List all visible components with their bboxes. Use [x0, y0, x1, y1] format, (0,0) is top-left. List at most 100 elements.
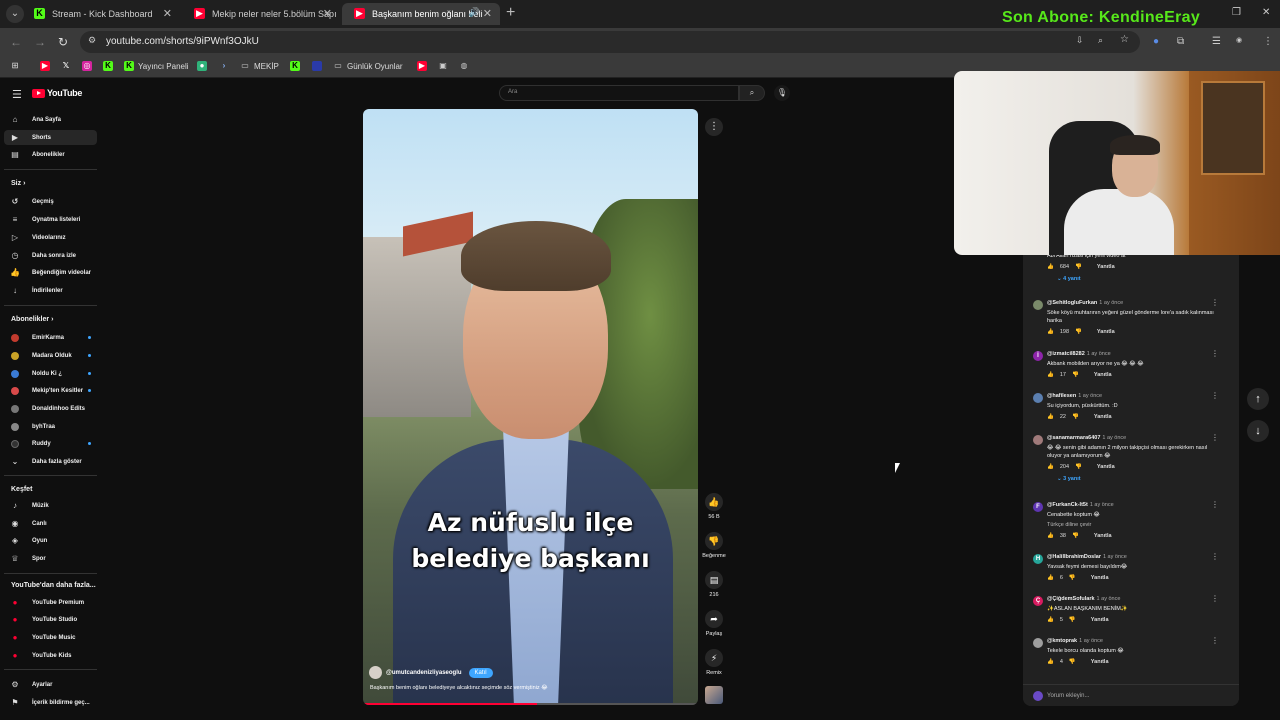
comment-more-icon[interactable]: ⋮ [1211, 500, 1219, 509]
translate-link[interactable]: Türkçe diline çevir [1047, 521, 1222, 529]
reply-button[interactable]: Yanıtla [1091, 659, 1109, 665]
browser-tab-active[interactable]: ▶ Başkanım benim oğlanı beli 🔊 ✕ [342, 3, 500, 25]
comment-username[interactable]: @kmtoprak [1047, 638, 1077, 644]
reply-button[interactable]: Yanıtla [1091, 575, 1109, 581]
green-bookmark[interactable]: ● [197, 61, 207, 71]
comment-username[interactable]: @ÇiğdemSofulark [1047, 596, 1095, 602]
channel-name[interactable]: @umutcandenizliyaseoglu [386, 670, 462, 676]
view-replies-button[interactable]: ⌄ 4 yanıt [1057, 276, 1081, 282]
bookmark-gunluk-oyunlar[interactable]: ▭ Günlük Oyunlar [333, 61, 402, 71]
thumbs-down-icon[interactable]: 👎 [1069, 575, 1076, 581]
sidebar-heading-subscriptions[interactable]: Abonelikler › [11, 316, 53, 323]
microphone-icon[interactable]: 🎙 [774, 85, 790, 101]
reply-button[interactable]: Yanıtla [1094, 372, 1112, 378]
sidebar-sub-mekipten-kesitler[interactable]: Mekip'ten Kesitler [4, 383, 97, 398]
audio-thumbnail[interactable] [705, 686, 723, 704]
sidebar-item-report-history[interactable]: ⚑ İçerik bildirme geç... [4, 695, 97, 710]
thumbs-down-icon[interactable]: 👎 [1069, 659, 1076, 665]
bookmark-mekip[interactable]: ▭ MEKİP [240, 61, 279, 71]
search-input[interactable]: Ara [499, 85, 739, 101]
comment-username[interactable]: @izmatcil8282 [1047, 351, 1085, 357]
comment-username[interactable]: @HalilIbrahimDoslar [1047, 554, 1101, 560]
like-button[interactable]: 👍 56 B [700, 493, 728, 520]
sidebar-item-your-videos[interactable]: ▷ Videolarınız [4, 230, 97, 245]
sidebar-item-liked-videos[interactable]: 👍 Beğendiğim videolar [4, 265, 97, 280]
thumbs-up-icon[interactable]: 👍 [1047, 617, 1054, 623]
sidebar-item-shorts[interactable]: ▶ Shorts [4, 130, 97, 145]
comment-more-icon[interactable]: ⋮ [1211, 391, 1219, 400]
sidebar-item-home[interactable]: ⌂ Ana Sayfa [4, 112, 97, 127]
share-button[interactable]: ➦ Paylaş [700, 610, 728, 637]
comment-username[interactable]: @sanamarmara6407 [1047, 435, 1100, 441]
address-bar[interactable]: ⚙ youtube.com/shorts/9iPWnf3OJkU ⇩ ⌕ ☆ [80, 31, 1140, 53]
comment-author[interactable]: @izmatcil8282 1 ay önce [1047, 351, 1111, 357]
add-comment-input[interactable]: Yorum ekleyin... [1047, 693, 1089, 699]
youtube-bookmark[interactable]: ▶ [40, 61, 50, 71]
sidebar-sub-byhtraa[interactable]: byhTraa [4, 419, 97, 434]
more-options-icon[interactable]: ⋮ [705, 118, 723, 136]
browser-menu-icon[interactable]: ⋮ [1263, 36, 1273, 47]
install-app-icon[interactable]: ⇩ [1076, 35, 1084, 46]
comments-button[interactable]: ▤ 216 [700, 571, 728, 598]
next-short-button[interactable]: ↓ [1247, 420, 1269, 442]
comment-author[interactable]: @FurkanCk-lt5t 1 ay önce [1047, 502, 1114, 508]
comment-more-icon[interactable]: ⋮ [1211, 636, 1219, 645]
browser-tab-kick[interactable]: K Stream - Kick Dashboard ✕ [22, 3, 180, 25]
hamburger-menu-icon[interactable]: ☰ [12, 88, 22, 101]
back-icon[interactable]: ← [10, 35, 22, 49]
extensions-puzzle-icon[interactable]: ⧉ [1177, 36, 1184, 47]
reply-button[interactable]: Yanıtla [1091, 617, 1109, 623]
sidebar-item-sports[interactable]: ♕ Spor [4, 551, 97, 566]
sidebar-item-downloads[interactable]: ↓ İndirilenler [4, 283, 97, 298]
sidebar-item-subscriptions[interactable]: ▤ Abonelikler [4, 147, 97, 162]
bookmark-yayinci-paneli[interactable]: K Yayıncı Paneli [124, 61, 189, 71]
browser-tab-mekip[interactable]: ▶ Mekip neler neler 5.bölüm Sapı ✕ [182, 3, 340, 25]
restore-window-icon[interactable]: ❐ [1232, 7, 1241, 18]
comment-username[interactable]: @SehitlogluFurkan [1047, 300, 1097, 306]
forward-icon[interactable]: → [34, 35, 46, 49]
thumbs-up-icon[interactable]: 👍 [1047, 533, 1054, 539]
kick-bookmark-2[interactable]: K [290, 61, 300, 71]
speaker-icon[interactable]: 🔊 [469, 7, 480, 18]
comment-username[interactable]: @hafilesen [1047, 393, 1076, 399]
sidebar-item-gaming[interactable]: ◈ Oyun [4, 533, 97, 548]
comment-username[interactable]: @FurkanCk-lt5t [1047, 502, 1088, 508]
x-bookmark[interactable]: 𝕏 [61, 61, 71, 71]
comment-author[interactable]: @SehitlogluFurkan 1 ay önce [1047, 300, 1123, 306]
comment-more-icon[interactable]: ⋮ [1211, 594, 1219, 603]
video-progress-bar[interactable] [363, 703, 698, 705]
thumbs-down-icon[interactable]: 👎 [1075, 264, 1082, 270]
comment-author[interactable]: @hafilesen 1 ay önce [1047, 393, 1102, 399]
reply-button[interactable]: Yanıtla [1094, 533, 1112, 539]
youtube-logo[interactable]: YouTube [32, 88, 82, 98]
shorts-video-player[interactable]: Az nüfuslu ilçe belediye başkanı @umutca… [363, 109, 698, 705]
reply-button[interactable]: Yanıtla [1097, 464, 1115, 470]
thumbs-down-icon[interactable]: 👎 [1075, 329, 1082, 335]
thumbs-up-icon[interactable]: 👍 [1047, 414, 1054, 420]
reply-button[interactable]: Yanıtla [1097, 264, 1115, 270]
comment-more-icon[interactable]: ⋮ [1211, 552, 1219, 561]
comment-more-icon[interactable]: ⋮ [1211, 349, 1219, 358]
thumbs-up-icon[interactable]: 👍 [1047, 659, 1054, 665]
thumbs-up-icon[interactable]: 👍 [1047, 464, 1054, 470]
comment-avatar[interactable]: F [1033, 502, 1043, 512]
comment-avatar[interactable]: Ç [1033, 596, 1043, 606]
comment-avatar[interactable] [1033, 638, 1043, 648]
reply-button[interactable]: Yanıtla [1094, 414, 1112, 420]
close-tab-icon[interactable]: ✕ [483, 7, 492, 20]
thumbs-up-icon[interactable]: 👍 [1047, 329, 1054, 335]
reading-list-icon[interactable]: ☰ [1212, 36, 1221, 47]
channel-avatar[interactable] [369, 666, 382, 679]
comment-avatar[interactable]: İ [1033, 351, 1043, 361]
sidebar-item-music[interactable]: ♪ Müzik [4, 498, 97, 513]
new-tab-button[interactable]: + [506, 4, 515, 22]
comment-author[interactable]: @ÇiğdemSofulark 1 ay önce [1047, 596, 1120, 602]
media-bookmark[interactable]: ▣ [438, 61, 448, 71]
bookmark-star-icon[interactable]: ☆ [1120, 34, 1129, 45]
add-comment-bar[interactable]: Yorum ekleyin... [1023, 684, 1239, 706]
comment-avatar[interactable] [1033, 435, 1043, 445]
thumbs-down-icon[interactable]: 👎 [1072, 372, 1079, 378]
thumbs-up-icon[interactable]: 👍 [1047, 264, 1054, 270]
sidebar-heading-you[interactable]: Siz › [11, 180, 25, 187]
video-description[interactable]: Başkanım benim oğlanı belediyeye alcaktı… [370, 685, 548, 691]
